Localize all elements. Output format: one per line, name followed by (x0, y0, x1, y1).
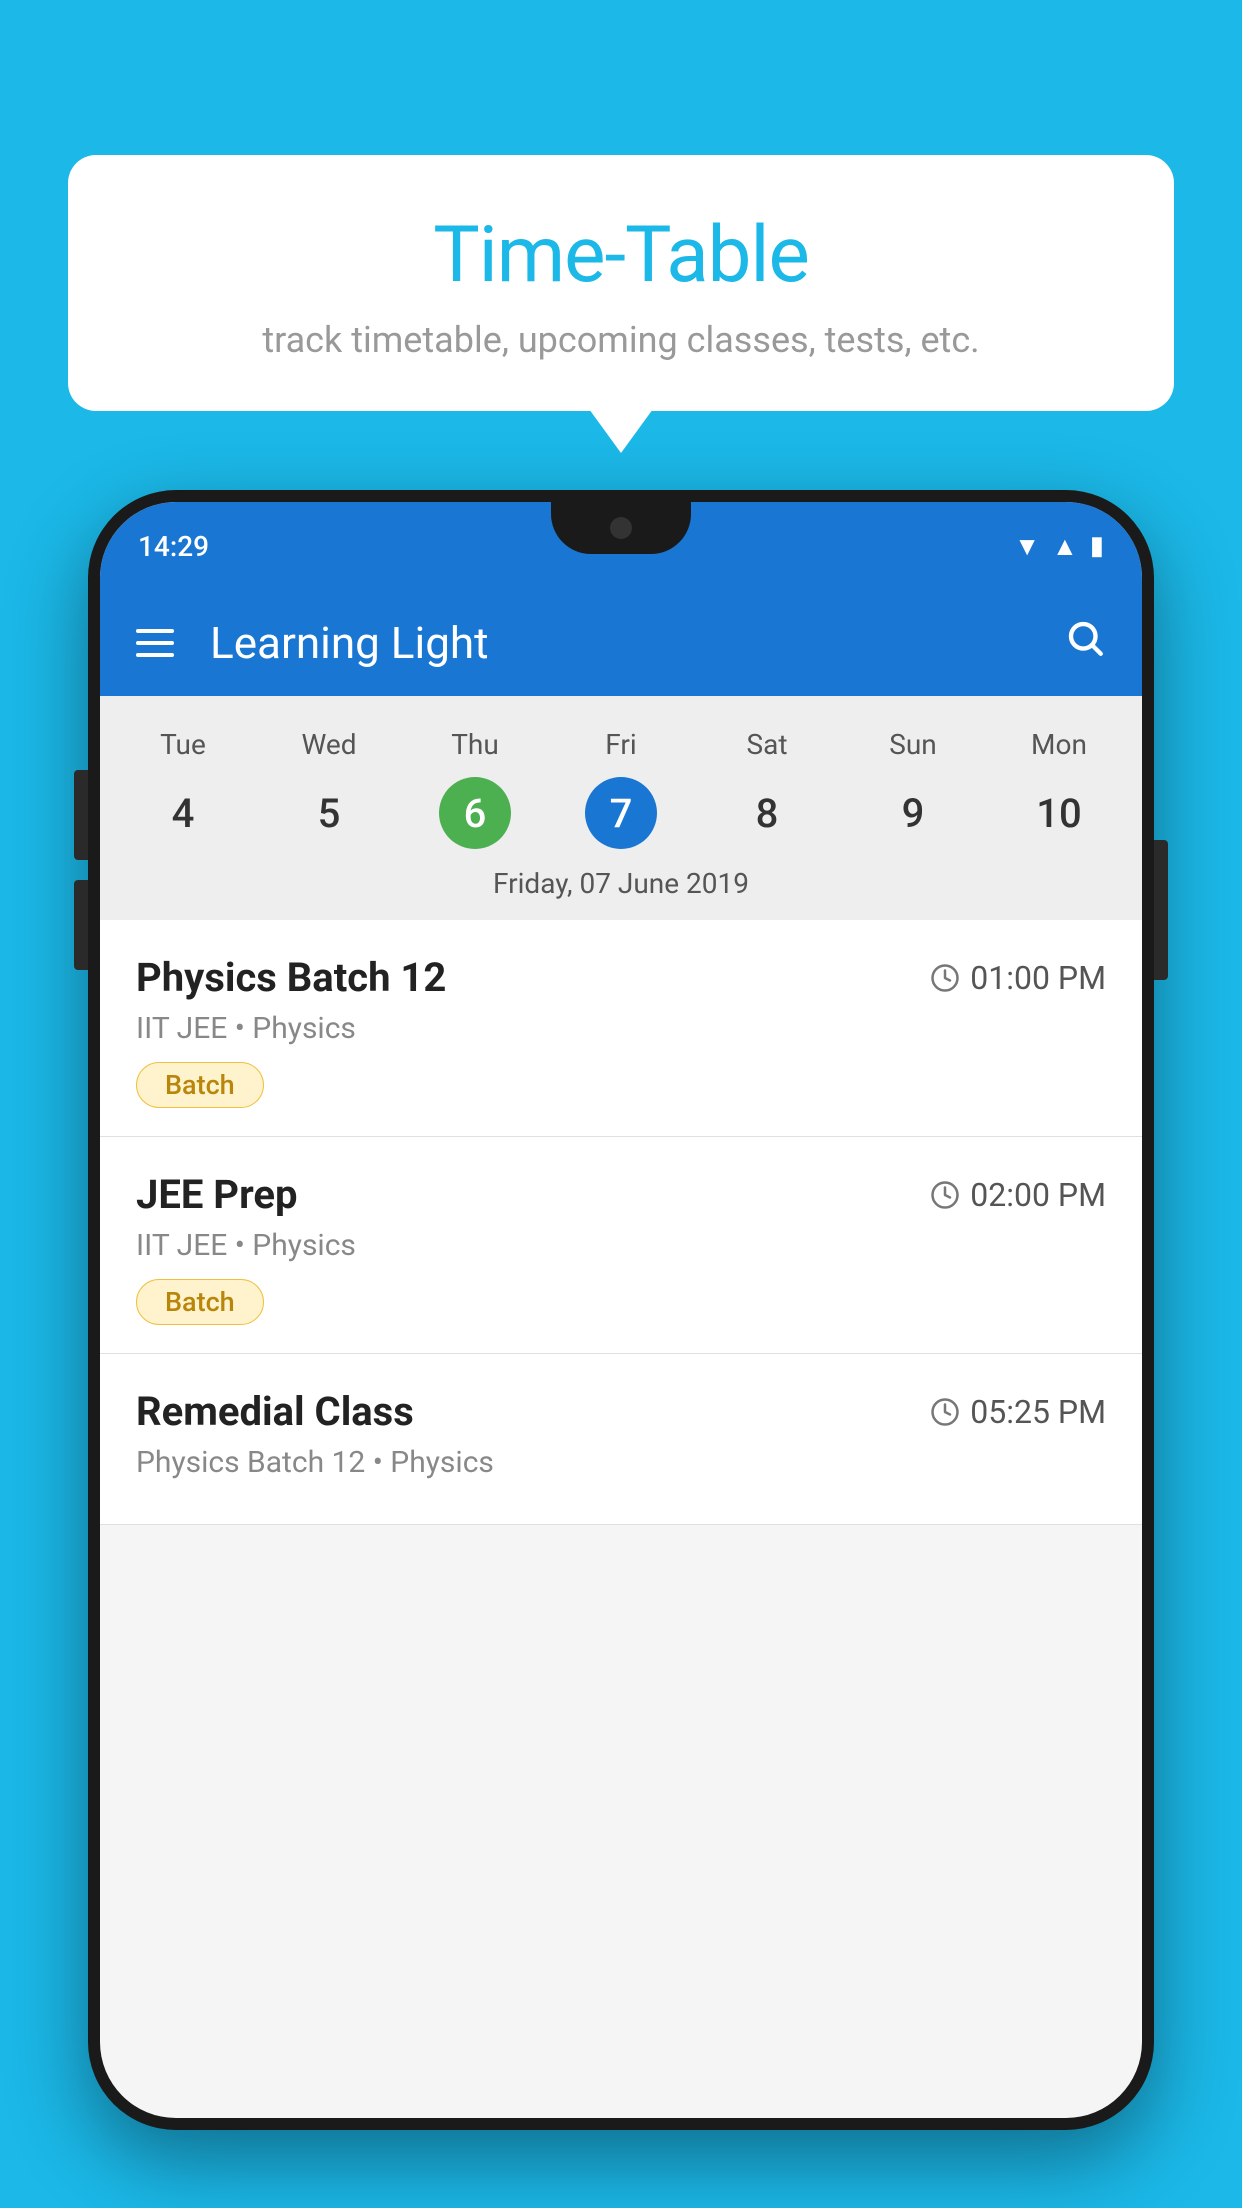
speech-bubble: Time-Table track timetable, upcoming cla… (68, 155, 1174, 411)
selected-date-label: Friday, 07 June 2019 (100, 849, 1142, 920)
schedule-item-1-sub: IIT JEE • Physics (136, 1011, 1106, 1046)
day-7-selected[interactable]: 7 (585, 777, 657, 849)
signal-icon: ▲ (1052, 531, 1078, 562)
phone-screen: 14:29 ▼ ▲ ▮ Learning Light (100, 502, 1142, 2118)
volume-up-button (74, 770, 88, 860)
day-header-wed: Wed (256, 720, 402, 769)
bubble-title: Time-Table (128, 210, 1114, 301)
camera (610, 517, 632, 539)
phone-body: 14:29 ▼ ▲ ▮ Learning Light (88, 490, 1154, 2130)
search-icon[interactable] (1064, 617, 1106, 669)
bubble-subtitle: track timetable, upcoming classes, tests… (128, 319, 1114, 361)
day-header-sun: Sun (840, 720, 986, 769)
day-header-sat: Sat (694, 720, 840, 769)
day-headers: Tue Wed Thu Fri Sat Sun Mon (100, 720, 1142, 769)
app-bar: Learning Light (100, 590, 1142, 696)
schedule-item-2-time: 02:00 PM (930, 1176, 1106, 1214)
schedule-item-2[interactable]: JEE Prep 02:00 PM IIT JEE • Physics Batc… (100, 1137, 1142, 1354)
schedule-item-3-top: Remedial Class 05:25 PM (136, 1388, 1106, 1435)
clock-icon-2 (930, 1180, 960, 1210)
battery-icon: ▮ (1090, 531, 1104, 561)
day-numbers: 4 5 6 7 8 9 10 (100, 777, 1142, 849)
schedule-item-1-badge: Batch (136, 1062, 264, 1108)
phone-mockup: 14:29 ▼ ▲ ▮ Learning Light (88, 490, 1154, 2208)
calendar-strip: Tue Wed Thu Fri Sat Sun Mon 4 5 6 7 8 9 … (100, 696, 1142, 920)
schedule-item-1-top: Physics Batch 12 01:00 PM (136, 954, 1106, 1001)
status-icons: ▼ ▲ ▮ (1014, 531, 1104, 562)
schedule-item-3[interactable]: Remedial Class 05:25 PM Physics Batch 12… (100, 1354, 1142, 1525)
clock-icon-1 (930, 963, 960, 993)
phone-notch (551, 502, 691, 554)
schedule-item-3-sub: Physics Batch 12 • Physics (136, 1445, 1106, 1480)
day-header-mon: Mon (986, 720, 1132, 769)
schedule-item-1-time: 01:00 PM (930, 959, 1106, 997)
schedule-item-2-badge: Batch (136, 1279, 264, 1325)
wifi-icon: ▼ (1014, 531, 1040, 562)
schedule-list: Physics Batch 12 01:00 PM IIT JEE • Phys… (100, 920, 1142, 1525)
speech-bubble-container: Time-Table track timetable, upcoming cla… (68, 155, 1174, 411)
status-time: 14:29 (138, 530, 209, 563)
day-9[interactable]: 9 (840, 777, 986, 849)
volume-down-button (74, 880, 88, 970)
schedule-item-1[interactable]: Physics Batch 12 01:00 PM IIT JEE • Phys… (100, 920, 1142, 1137)
day-header-tue: Tue (110, 720, 256, 769)
schedule-item-1-title: Physics Batch 12 (136, 954, 446, 1001)
day-8[interactable]: 8 (694, 777, 840, 849)
day-header-fri: Fri (548, 720, 694, 769)
schedule-item-3-title: Remedial Class (136, 1388, 414, 1435)
clock-icon-3 (930, 1397, 960, 1427)
schedule-item-2-sub: IIT JEE • Physics (136, 1228, 1106, 1263)
power-button (1154, 840, 1168, 980)
schedule-item-3-time: 05:25 PM (930, 1393, 1106, 1431)
status-bar: 14:29 ▼ ▲ ▮ (100, 502, 1142, 590)
day-10[interactable]: 10 (986, 777, 1132, 849)
day-6-today[interactable]: 6 (439, 777, 511, 849)
day-5[interactable]: 5 (256, 777, 402, 849)
day-4[interactable]: 4 (110, 777, 256, 849)
schedule-item-2-title: JEE Prep (136, 1171, 297, 1218)
schedule-item-2-top: JEE Prep 02:00 PM (136, 1171, 1106, 1218)
hamburger-menu-icon[interactable] (136, 629, 174, 657)
day-header-thu: Thu (402, 720, 548, 769)
app-title: Learning Light (210, 617, 1028, 669)
